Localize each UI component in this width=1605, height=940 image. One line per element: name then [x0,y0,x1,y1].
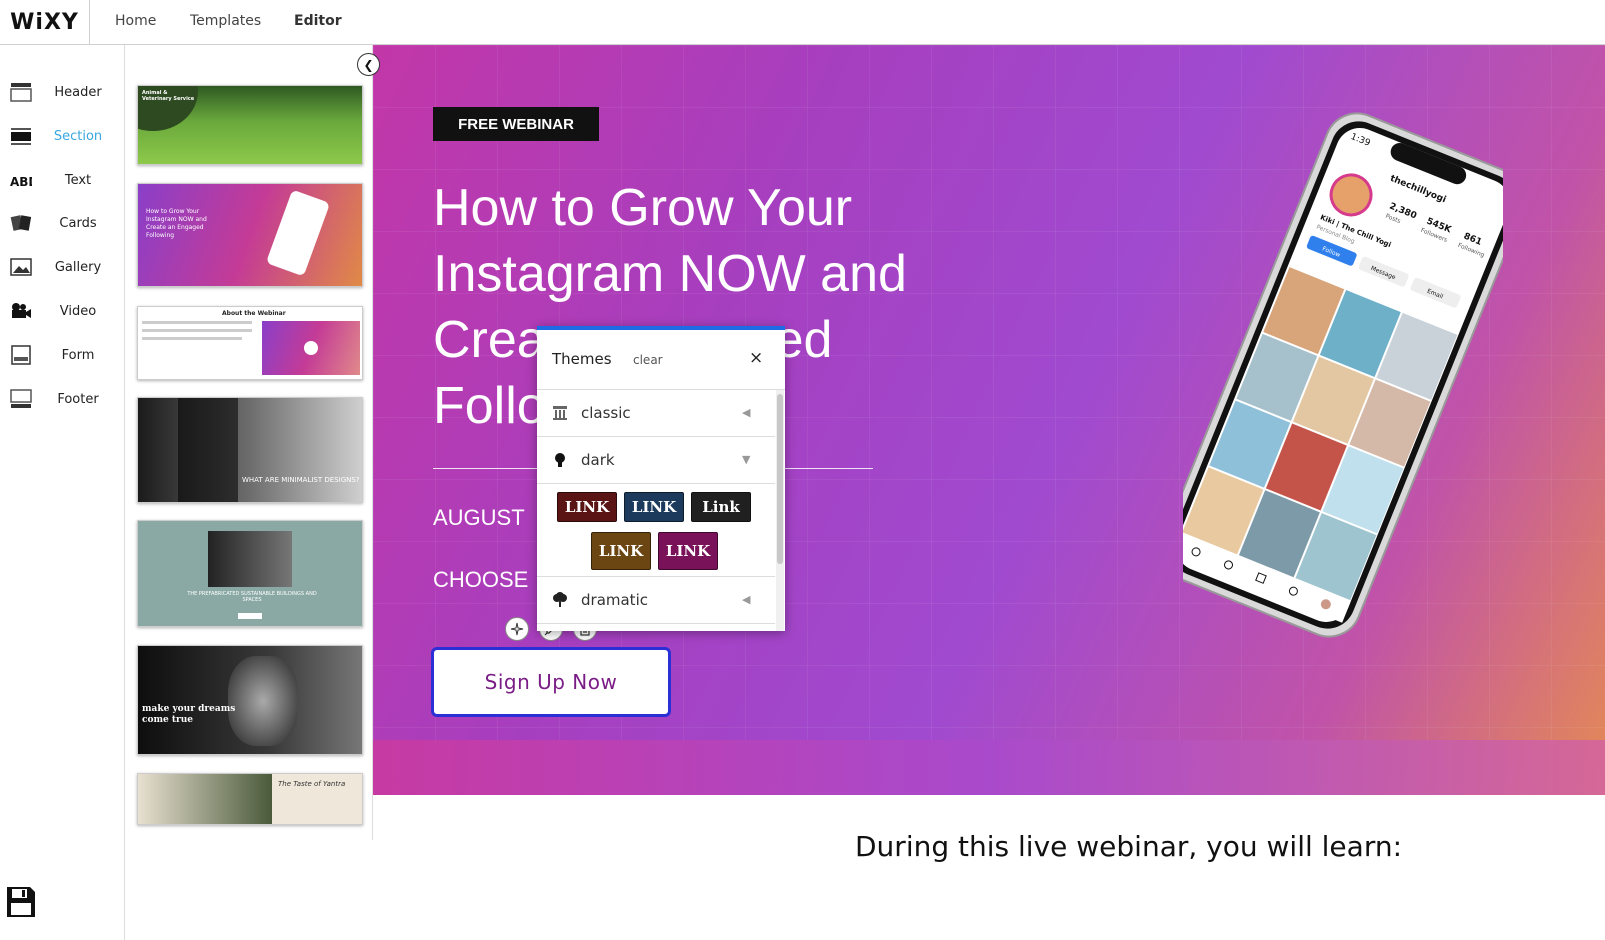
theme-swatch[interactable]: LINK [557,492,617,522]
video-icon [12,303,31,318]
play-icon [304,341,318,355]
themes-popup[interactable]: Themes clear × classic ◀ dark ▼ LINK LIN… [537,326,785,631]
headline-fragment: Crea [433,311,546,369]
tool-section[interactable]: Section [0,116,125,156]
collapse-panel-button[interactable]: ❮ [357,53,380,76]
sign-up-button[interactable]: Sign Up Now [431,647,671,717]
tool-label: Text [64,172,92,188]
section-icon [11,128,31,145]
logo-container[interactable]: WiXY [0,0,90,45]
template-thumbnail-buildings[interactable]: THE PREFABRICATED SUSTAINABLE BUILDINGS … [137,520,363,627]
tree-icon [553,592,567,607]
theme-group-classic[interactable]: classic ◀ [537,390,775,437]
gallery-icon [10,258,32,276]
chevron-left-icon: ❮ [363,57,374,72]
themes-title: Themes [552,350,612,368]
theme-swatch[interactable]: LINK [658,532,718,570]
theme-swatch[interactable]: LINK [591,532,651,570]
thumbnail-button [238,613,262,619]
headline-line: How to Grow Your [433,179,853,237]
section-subheading[interactable]: During this live webinar, you will learn… [855,830,1402,863]
theme-group-label: dramatic [581,591,648,609]
thumbnail-portrait [228,656,298,746]
thumbnail-text-line [142,329,252,332]
thumbnail-title: How to Grow Your Instagram NOW and Creat… [146,208,207,239]
tool-label: Gallery [54,259,102,275]
thumbnail-title: The Taste of Yantra [278,780,346,788]
thumbnail-title: About the Webinar [222,310,286,317]
phone-mockup: 1:39 thechillyogi 2,380 545K 861 Posts F… [1183,112,1503,638]
text-icon: ABD [10,175,32,189]
template-thumbnails-panel[interactable]: Animal & Veterinary Service How to Grow … [125,45,373,840]
tool-cards[interactable]: Cards [0,203,125,243]
top-bar: WiXY Home Templates Editor [0,0,1605,45]
themes-clear-button[interactable]: clear [633,353,663,367]
theme-group-dramatic[interactable]: dramatic ◀ [537,577,775,624]
caret-left-icon: ◀ [742,593,751,606]
theme-swatch[interactable]: LINK [624,492,684,522]
thumbnail-title: THE PREFABRICATED SUSTAINABLE BUILDINGS … [187,591,317,603]
tool-footer[interactable]: Footer [0,379,125,419]
tool-label: Section [53,128,103,144]
caret-down-icon: ▼ [742,453,751,466]
theme-swatch[interactable]: Link [691,492,751,522]
header-icon [10,83,32,102]
headline-line: Instagram NOW and [433,245,907,303]
theme-group-label: dark [581,451,615,469]
thumbnail-text-line [142,337,242,340]
tool-gallery[interactable]: Gallery [0,247,125,287]
tool-label: Video [59,303,97,319]
thumbnail-phone [265,189,331,277]
template-thumbnail-veterinary[interactable]: Animal & Veterinary Service [137,85,363,165]
column-icon [553,406,567,420]
thumbnail-figure [178,398,238,502]
themes-header: Themes clear × [537,330,785,390]
thumbnail-text-line [142,321,252,324]
tool-form[interactable]: Form [0,335,125,375]
thumbnail-building [208,531,292,587]
tool-label: Header [54,84,102,100]
choose-session-text[interactable]: CHOOSE [433,567,528,593]
template-thumbnail-dreams[interactable]: make your dreams come true [137,645,363,755]
webinar-date[interactable]: AUGUST [433,505,525,531]
app-logo[interactable]: WiXY [10,10,79,35]
tool-label: Form [61,347,95,363]
themes-scrollbar-thumb[interactable] [777,394,783,564]
magic-style-button[interactable] [505,617,529,641]
thumbnail-title: make your dreams come true [142,704,236,725]
theme-group-dark[interactable]: dark ▼ [537,437,775,484]
tool-header[interactable]: Header [0,72,125,112]
cards-icon [10,215,32,231]
tool-sidebar: Header Section ABD Text Cards Gallery Vi… [0,45,125,940]
form-icon [11,345,31,365]
free-webinar-badge[interactable]: FREE WEBINAR [433,107,599,141]
save-icon[interactable] [6,886,36,918]
template-thumbnail-about[interactable]: About the Webinar [137,306,363,380]
lightbulb-icon [555,453,565,467]
tool-text[interactable]: ABD Text [0,160,125,200]
nav-templates[interactable]: Templates [190,13,261,29]
hero-bottom-strip [373,740,1605,795]
nav-home[interactable]: Home [115,13,156,29]
thumbnail-photo [138,774,272,824]
thumbnail-title: WHAT ARE MINIMALIST DESIGNS? [242,476,360,484]
tool-label: Footer [57,391,99,407]
footer-icon [10,389,32,408]
sparkle-icon [510,622,524,636]
thumbnail-title: Animal & Veterinary Service [142,90,195,102]
template-thumbnail-yantra[interactable]: The Taste of Yantra [137,773,363,825]
template-thumbnail-minimalist[interactable]: WHAT ARE MINIMALIST DESIGNS? [137,397,363,503]
close-icon[interactable]: × [749,348,763,368]
tool-label: Cards [59,215,97,231]
theme-swatches: LINK LINK Link LINK LINK [537,484,775,577]
tool-video[interactable]: Video [0,291,125,331]
template-thumbnail-webinar[interactable]: How to Grow Your Instagram NOW and Creat… [137,183,363,287]
svg-text:ABD: ABD [10,175,32,189]
nav-editor[interactable]: Editor [294,13,342,29]
theme-group-label: classic [581,404,631,422]
caret-left-icon: ◀ [742,406,751,419]
